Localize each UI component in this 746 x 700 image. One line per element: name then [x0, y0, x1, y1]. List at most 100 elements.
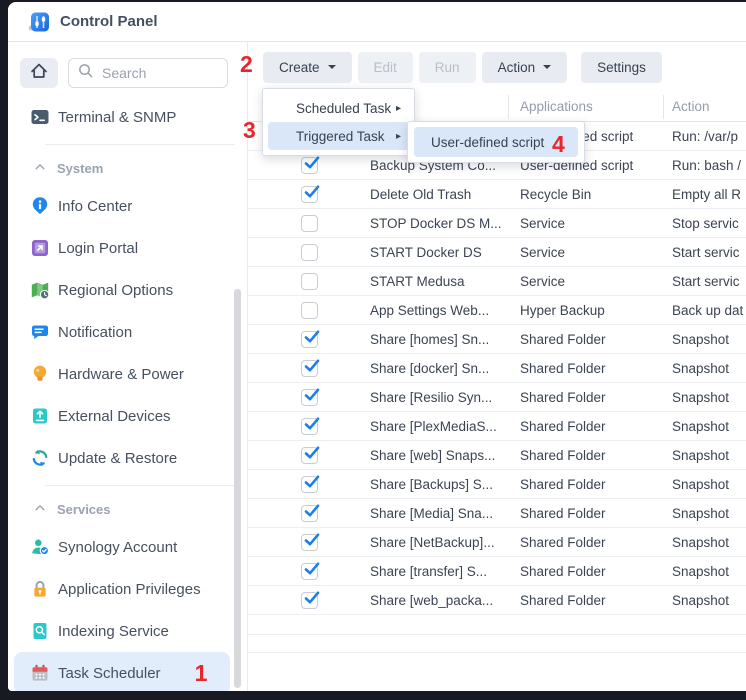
checkbox-unchecked[interactable] — [301, 273, 318, 290]
indexing-service-icon — [30, 621, 50, 641]
application-cell: Shared Folder — [508, 448, 663, 463]
checkbox-checked[interactable] — [301, 563, 318, 580]
application-cell: Shared Folder — [508, 419, 663, 434]
action-button[interactable]: Action — [482, 52, 568, 83]
checkbox-checked[interactable] — [301, 505, 318, 522]
home-button[interactable] — [20, 58, 58, 88]
annotation-2: 2 — [240, 53, 253, 76]
action-cell: Snapshot — [663, 448, 746, 463]
action-cell: Start servic — [663, 274, 746, 289]
row-checkbox-cell — [248, 476, 318, 493]
sidebar-item-label: Task Scheduler — [58, 665, 161, 682]
menu-item-scheduled-task[interactable]: Scheduled Task▸ — [268, 94, 409, 122]
task-name-cell: Share [PlexMediaS... — [318, 419, 508, 434]
task-name-cell: Share [web_packa... — [318, 593, 508, 608]
search-box[interactable] — [68, 58, 228, 88]
sidebar: Terminal & SNMP SystemInfo Center Login Po… — [8, 42, 247, 691]
sidebar-scrollbar[interactable] — [234, 289, 241, 688]
sidebar-item-label: Application Privileges — [58, 581, 201, 598]
row-checkbox-cell — [248, 273, 318, 290]
sidebar-item-regional-options[interactable]: Regional Options — [8, 269, 247, 311]
search-input[interactable] — [100, 64, 219, 82]
application-cell: Service — [508, 245, 663, 260]
table-row: Share [transfer] S...Shared FolderSnapsh… — [248, 557, 746, 586]
task-name-cell: Share [homes] Sn... — [318, 332, 508, 347]
create-button[interactable]: Create — [263, 52, 352, 83]
checkbox-checked[interactable] — [301, 360, 318, 377]
empty-grid-line — [248, 652, 746, 653]
action-cell: Back up dat — [663, 303, 746, 318]
checkbox-checked[interactable] — [301, 157, 318, 174]
edit-button[interactable]: Edit — [358, 52, 413, 83]
row-checkbox-cell — [248, 447, 318, 464]
checkbox-unchecked[interactable] — [301, 244, 318, 261]
table-row: Share [NetBackup]...Shared FolderSnapsho… — [248, 528, 746, 557]
header-separator — [663, 95, 664, 119]
application-cell: Service — [508, 216, 663, 231]
action-cell: Stop servic — [663, 216, 746, 231]
task-name-cell: Share [Resilio Syn... — [318, 390, 508, 405]
checkbox-unchecked[interactable] — [301, 302, 318, 319]
checkbox-checked[interactable] — [301, 447, 318, 464]
title-bar: Control Panel — [8, 2, 746, 42]
checkbox-checked[interactable] — [301, 389, 318, 406]
task-name-cell: Share [docker] Sn... — [318, 361, 508, 376]
task-name-cell: STOP Docker DS M... — [318, 216, 508, 231]
sidebar-item-update-restore[interactable]: Update & Restore — [8, 437, 247, 479]
sidebar-item-application-privileges[interactable]: Application Privileges — [8, 568, 247, 610]
application-cell: Shared Folder — [508, 506, 663, 521]
create-dropdown-menu: Scheduled Task▸Triggered Task▸ — [262, 88, 415, 156]
sidebar-item-label: Login Portal — [58, 240, 138, 257]
table-row: Delete Old TrashRecycle BinEmpty all R — [248, 180, 746, 209]
sidebar-item-indexing-service[interactable]: Indexing Service — [8, 610, 247, 652]
application-cell: Hyper Backup — [508, 303, 663, 318]
annotation-4: 4 — [552, 133, 565, 156]
row-checkbox-cell — [248, 505, 318, 522]
run-button[interactable]: Run — [419, 52, 476, 83]
sidebar-item-terminal-snmp[interactable]: Terminal & SNMP — [8, 96, 247, 138]
menu-item-triggered-task[interactable]: Triggered Task▸ — [268, 122, 409, 150]
notification-icon — [30, 322, 50, 342]
info-center-icon — [30, 196, 50, 216]
task-name-cell: Share [NetBackup]... — [318, 535, 508, 550]
sidebar-divider — [45, 485, 235, 486]
menu-item-label: Triggered Task — [296, 129, 385, 144]
sidebar-section-system[interactable]: System — [8, 151, 247, 185]
chevron-up-icon — [33, 160, 47, 177]
sidebar-section-services[interactable]: Services — [8, 492, 247, 526]
sidebar-item-label: External Devices — [58, 408, 171, 425]
action-cell: Snapshot — [663, 332, 746, 347]
sidebar-item-login-portal[interactable]: Login Portal — [8, 227, 247, 269]
sidebar-item-notification[interactable]: Notification — [8, 311, 247, 353]
sidebar-item-hardware-power[interactable]: Hardware & Power — [8, 353, 247, 395]
checkbox-unchecked[interactable] — [301, 215, 318, 232]
row-checkbox-cell — [248, 389, 318, 406]
checkbox-checked[interactable] — [301, 476, 318, 493]
checkbox-checked[interactable] — [301, 186, 318, 203]
sidebar-item-external-devices[interactable]: External Devices — [8, 395, 247, 437]
checkbox-checked[interactable] — [301, 592, 318, 609]
table-row: Share [homes] Sn...Shared FolderSnapshot — [248, 325, 746, 354]
external-devices-icon — [30, 406, 50, 426]
submenu-arrow-icon: ▸ — [396, 103, 401, 114]
table-row: App Settings Web...Hyper BackupBack up d… — [248, 296, 746, 325]
row-checkbox-cell — [248, 186, 318, 203]
table-row: Share [Resilio Syn...Shared FolderSnapsh… — [248, 383, 746, 412]
search-icon — [77, 62, 94, 84]
checkbox-checked[interactable] — [301, 418, 318, 435]
checkbox-checked[interactable] — [301, 331, 318, 348]
task-name-cell: Share [Media] Sna... — [318, 506, 508, 521]
settings-button[interactable]: Settings — [581, 52, 662, 83]
sidebar-item-synology-account[interactable]: Synology Account — [8, 526, 247, 568]
application-cell: Service — [508, 274, 663, 289]
checkbox-checked[interactable] — [301, 534, 318, 551]
task-name-cell: Share [Backups] S... — [318, 477, 508, 492]
sidebar-item-info-center[interactable]: Info Center — [8, 185, 247, 227]
action-cell: Snapshot — [663, 535, 746, 550]
sidebar-item-label: Regional Options — [58, 282, 173, 299]
table-row: START Docker DSServiceStart servic — [248, 238, 746, 267]
sidebar-item-task-scheduler[interactable]: Task Scheduler1 — [14, 652, 230, 691]
annotation-3: 3 — [243, 119, 256, 142]
action-cell: Snapshot — [663, 593, 746, 608]
hardware-power-icon — [30, 364, 50, 384]
